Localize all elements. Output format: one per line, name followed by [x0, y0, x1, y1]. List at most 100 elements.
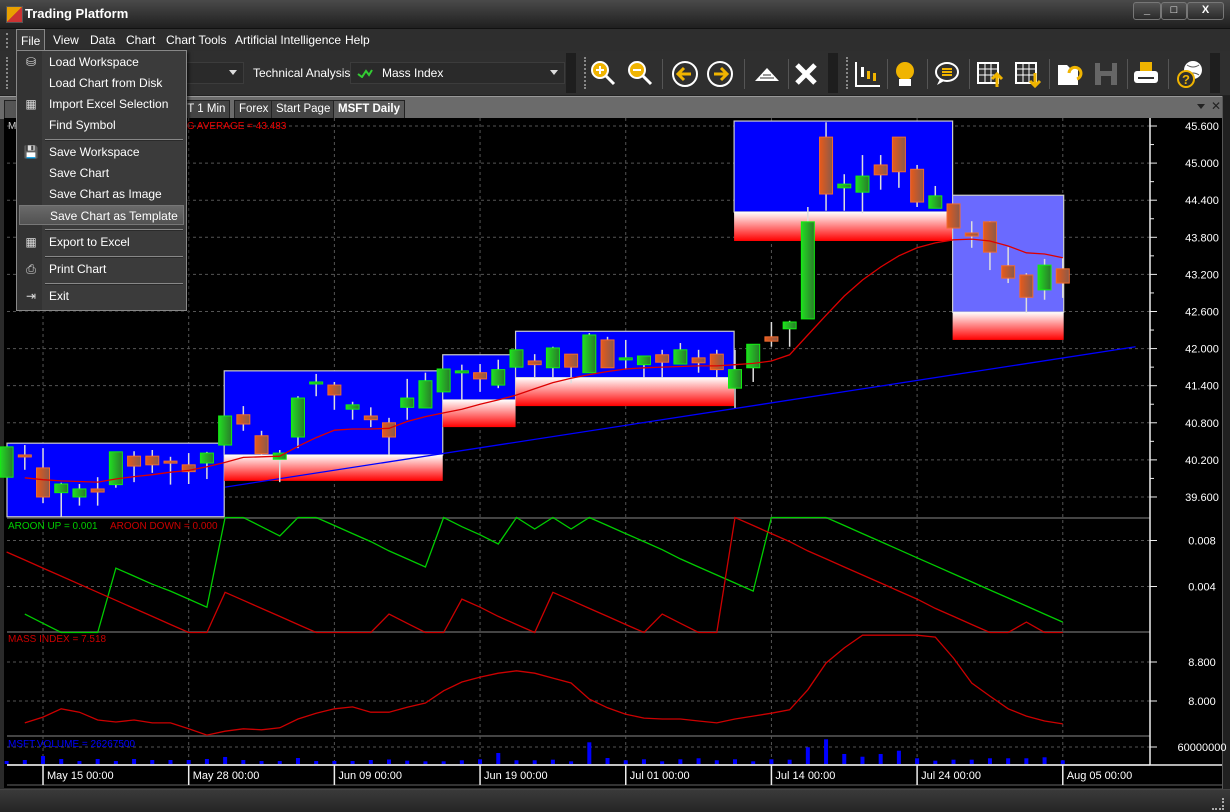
candle-up[interactable] — [673, 349, 688, 365]
candle-down[interactable] — [473, 372, 488, 380]
candle-up[interactable] — [72, 488, 87, 498]
menu-item-load-chart-from-disk[interactable]: Load Chart from Disk — [19, 73, 184, 93]
candle-up[interactable] — [345, 404, 360, 410]
candle-down[interactable] — [327, 384, 342, 396]
candle-up[interactable] — [582, 334, 597, 374]
candle-down[interactable] — [709, 353, 724, 371]
menu-item-save-chart[interactable]: Save Chart — [19, 163, 184, 183]
candle-up[interactable] — [1037, 264, 1052, 291]
candle-up[interactable] — [491, 369, 506, 386]
candle-up[interactable] — [309, 381, 324, 385]
print-icon: ⎙ — [26, 262, 36, 276]
candle-down[interactable] — [236, 414, 251, 425]
support-zone[interactable] — [734, 211, 953, 242]
volume-bar — [1024, 758, 1029, 764]
price-tick-label: 43.800 — [1185, 232, 1219, 244]
menu-item-save-chart-as-template[interactable]: Save Chart as Template — [19, 205, 184, 225]
candle-down[interactable] — [819, 136, 834, 195]
menu-item-print-chart[interactable]: ⎙ Print Chart — [19, 259, 184, 279]
price-tick-label: 40.800 — [1185, 418, 1219, 430]
menu-item-exit[interactable]: ⇥ Exit — [19, 286, 184, 306]
aroon-down-line — [6, 516, 1063, 634]
candle-down[interactable] — [382, 422, 397, 438]
candle-down[interactable] — [600, 339, 615, 369]
candle-up[interactable] — [928, 195, 943, 209]
candle-down[interactable] — [36, 467, 51, 498]
candle-up[interactable] — [436, 368, 451, 393]
menu-separator — [45, 256, 183, 258]
aroon-up-line — [24, 516, 1064, 634]
x-tick-label: Jul 24 00:00 — [921, 770, 981, 782]
volume-bar — [441, 761, 446, 764]
candle-down[interactable] — [982, 221, 997, 253]
volume-bar — [59, 758, 64, 764]
volume-bar — [332, 761, 337, 764]
aroon-tick-label: 0.004 — [1188, 582, 1216, 594]
x-tick-label: Jul 14 00:00 — [775, 770, 835, 782]
menu-item-save-chart-as-image[interactable]: Save Chart as Image — [19, 184, 184, 204]
volume-bar — [860, 756, 865, 764]
candle-down[interactable] — [163, 460, 178, 464]
candle-up[interactable] — [800, 221, 815, 320]
candle-down[interactable] — [764, 336, 779, 342]
candle-up[interactable] — [837, 183, 852, 189]
candle-up[interactable] — [290, 397, 305, 438]
candle-down[interactable] — [527, 360, 542, 366]
candle-down[interactable] — [17, 454, 32, 458]
candle-down[interactable] — [910, 168, 925, 203]
candle-up[interactable] — [454, 370, 469, 374]
candle-up[interactable] — [54, 483, 69, 494]
candle-up[interactable] — [400, 397, 415, 408]
candle-down[interactable] — [1019, 274, 1034, 298]
candle-down[interactable] — [363, 415, 378, 421]
candle-down[interactable] — [964, 232, 979, 237]
candle-up[interactable] — [636, 355, 651, 366]
candle-up[interactable] — [199, 452, 214, 464]
candle-up[interactable] — [509, 349, 524, 368]
menu-item-save-workspace[interactable]: 💾 Save Workspace — [19, 142, 184, 162]
volume-bar — [787, 759, 792, 764]
volume-bar — [405, 760, 410, 764]
candle-down[interactable] — [90, 488, 105, 493]
candle-down[interactable] — [946, 203, 961, 229]
volume-bar — [896, 750, 901, 764]
candle-up[interactable] — [728, 369, 742, 389]
menu-item-load-workspace[interactable]: ⛁ Load Workspace — [19, 52, 184, 72]
candle-up[interactable] — [418, 380, 433, 409]
candle-up[interactable] — [545, 347, 560, 369]
menu-item-import-excel-selection[interactable]: ▦ Import Excel Selection — [19, 94, 184, 114]
support-zone[interactable] — [952, 312, 1064, 340]
candle-up[interactable] — [855, 175, 870, 193]
candle-up[interactable] — [618, 357, 633, 361]
candle-down[interactable] — [564, 353, 579, 368]
menu-item-export-to-excel[interactable]: ▦ Export to Excel — [19, 232, 184, 252]
candle-down[interactable] — [254, 435, 269, 455]
menu-item-label: Save Chart as Template — [50, 209, 178, 223]
volume-bar — [1060, 760, 1065, 764]
menu-item-label: Save Chart as Image — [49, 187, 162, 201]
candle-up[interactable] — [218, 415, 233, 446]
price-tick-label: 41.400 — [1185, 381, 1219, 393]
mass-index-label: MASS INDEX = 7.518 — [8, 634, 107, 645]
resize-grip[interactable] — [1212, 798, 1224, 810]
menu-item-find-symbol[interactable]: Find Symbol — [19, 115, 184, 135]
candle-down[interactable] — [127, 455, 142, 467]
candle-down[interactable] — [891, 136, 906, 173]
candle-down[interactable] — [691, 357, 706, 364]
candle-down[interactable] — [145, 455, 160, 466]
y-axis-area[interactable] — [1150, 118, 1222, 788]
volume-bar — [223, 756, 228, 764]
volume-bar — [41, 755, 46, 764]
menu-item-label: Save Workspace — [49, 145, 140, 159]
volume-bar — [714, 760, 719, 764]
candle-down[interactable] — [1055, 268, 1070, 284]
candle-up[interactable] — [0, 446, 14, 478]
menu-item-label: Export to Excel — [49, 235, 130, 249]
candle-down[interactable] — [873, 164, 888, 176]
candle-down[interactable] — [655, 354, 670, 363]
volume-bar — [186, 760, 191, 764]
candle-up[interactable] — [782, 321, 797, 330]
candle-down[interactable] — [1001, 265, 1016, 279]
support-zone[interactable] — [515, 377, 735, 407]
menu-item-label: Load Chart from Disk — [49, 76, 163, 90]
